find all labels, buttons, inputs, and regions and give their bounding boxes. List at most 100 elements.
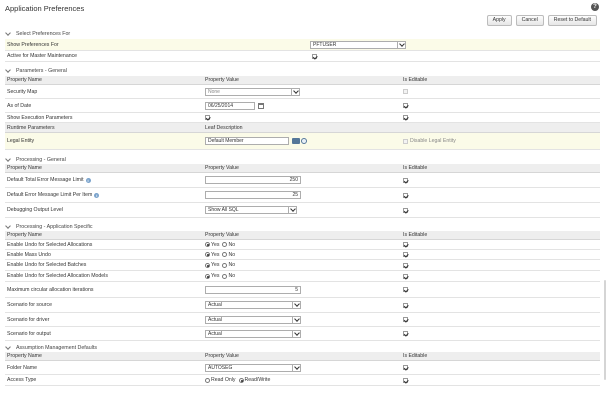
col-property-value: Property Value <box>205 353 239 359</box>
master-maintenance-checkbox[interactable] <box>312 53 317 59</box>
property-name: Default Error Message Limit Per Item <box>7 192 93 198</box>
table-row: Folder Name AUTOSEG <box>5 361 600 375</box>
editable-checkbox[interactable] <box>403 287 408 292</box>
no-radio[interactable] <box>222 242 228 247</box>
yes-radio[interactable] <box>205 262 210 268</box>
editable-checkbox[interactable] <box>403 242 408 247</box>
property-name: Folder Name <box>7 364 37 371</box>
chevron-down-icon[interactable] <box>292 364 300 371</box>
property-name: Active for Master Maintenance <box>7 53 78 59</box>
info-icon[interactable]: i <box>94 192 100 198</box>
vertical-scrollbar[interactable] <box>604 280 606 380</box>
hierarchy-browser-icon[interactable] <box>292 138 300 144</box>
editable-checkbox[interactable] <box>403 192 408 198</box>
section-assumption-management[interactable]: Assumption Management Defaults <box>5 344 97 351</box>
reset-to-default-button[interactable]: Reset to Default <box>547 15 597 26</box>
scenario-driver-select[interactable]: Actual <box>205 315 301 324</box>
property-name: Legal Entity <box>7 138 35 144</box>
search-icon[interactable] <box>301 138 307 144</box>
row-master-maintenance: Active for Master Maintenance <box>5 51 600 62</box>
as-of-date-input[interactable]: 06/25/2014 <box>205 101 255 110</box>
calendar-icon[interactable] <box>258 102 264 109</box>
total-error-limit-input[interactable]: 250 <box>205 176 301 184</box>
table-row: Maximum circular allocation iterations 5 <box>5 282 600 298</box>
col-property-value: Property Value <box>205 232 239 238</box>
read-write-radio[interactable] <box>238 377 244 383</box>
cancel-button[interactable]: Cancel <box>515 15 544 26</box>
editable-checkbox[interactable] <box>403 115 408 120</box>
page-title: Application Preferences <box>5 4 85 13</box>
editable-checkbox[interactable] <box>403 302 408 308</box>
folder-name-select[interactable]: AUTOSEG <box>205 363 301 372</box>
section-parameters-general[interactable]: Parameters - General <box>5 67 67 74</box>
property-name: Enable Undo for Selected Allocations <box>7 241 93 248</box>
no-radio[interactable] <box>222 262 228 268</box>
table-row: Scenario for output Actual <box>5 327 600 341</box>
no-radio[interactable] <box>222 273 228 279</box>
max-iterations-input[interactable]: 5 <box>205 285 301 294</box>
section-title: Assumption Management Defaults <box>16 344 97 351</box>
table-row: Scenario for driver Actual <box>5 313 600 327</box>
show-preferences-select[interactable]: PFTUSER <box>310 40 406 49</box>
chevron-down-icon[interactable] <box>397 41 405 48</box>
yes-radio[interactable] <box>205 242 210 247</box>
apply-button[interactable]: Apply <box>486 15 512 26</box>
error-limit-per-item-input[interactable]: 25 <box>205 191 301 199</box>
yes-radio[interactable] <box>205 273 210 279</box>
scenario-source-select[interactable]: Actual <box>205 301 301 309</box>
chevron-down-icon[interactable] <box>5 157 11 162</box>
chevron-down-icon[interactable] <box>5 224 11 229</box>
chevron-down-icon[interactable] <box>5 31 11 36</box>
property-name: Access Type <box>7 377 37 383</box>
section-select-preferences[interactable]: Select Preferences For <box>5 30 70 37</box>
debug-level-select[interactable]: Show All SQL <box>205 206 297 214</box>
chevron-down-icon[interactable] <box>5 345 11 350</box>
col-property-value: Property Value <box>205 165 239 171</box>
chevron-down-icon[interactable] <box>292 302 300 308</box>
table-row: Security Map None <box>5 85 600 99</box>
editable-checkbox[interactable] <box>403 377 408 383</box>
table-row: Show Execution Parameters <box>5 113 600 123</box>
table-row: As of Date 06/25/2014 <box>5 99 600 113</box>
read-only-radio[interactable] <box>205 377 210 383</box>
editable-checkbox[interactable] <box>403 252 408 257</box>
property-name: Enable Undo for Selected Batches <box>7 262 87 268</box>
chevron-down-icon[interactable] <box>292 330 300 337</box>
property-name: Default Total Error Message Limit <box>7 177 84 183</box>
table-row: Access Type Read Only Read/Write <box>5 375 600 386</box>
editable-checkbox[interactable] <box>403 177 408 183</box>
editable-checkbox[interactable] <box>403 317 408 322</box>
no-radio[interactable] <box>222 252 228 257</box>
col-property-name: Property Name <box>7 353 42 359</box>
chevron-down-icon[interactable] <box>5 68 11 73</box>
info-icon[interactable]: i <box>85 177 91 183</box>
col-leaf-description: Leaf Description <box>205 124 243 131</box>
chevron-down-icon[interactable] <box>292 316 300 323</box>
security-map-select[interactable]: None <box>205 87 300 96</box>
col-property-name: Property Name <box>7 77 42 83</box>
section-title: Parameters - General <box>16 67 67 74</box>
col-runtime-parameters: Runtime Parameters <box>7 124 55 131</box>
editable-checkbox[interactable] <box>403 103 408 108</box>
section-processing-general[interactable]: Processing - General <box>5 156 66 163</box>
col-is-editable: Is Editable <box>403 77 428 83</box>
help-icon[interactable]: ? <box>591 3 599 11</box>
chevron-down-icon[interactable] <box>291 88 299 95</box>
yes-radio[interactable] <box>205 252 210 257</box>
legal-entity-input[interactable]: Default Member <box>205 137 289 145</box>
editable-checkbox[interactable] <box>403 331 408 336</box>
scenario-output-select[interactable]: Actual <box>205 329 301 338</box>
editable-checkbox[interactable] <box>403 89 408 94</box>
show-execution-checkbox[interactable] <box>205 115 210 120</box>
table-row: Enable Undo for Selected Allocation Mode… <box>5 271 600 282</box>
chevron-down-icon[interactable] <box>288 207 296 213</box>
editable-checkbox[interactable] <box>403 262 408 268</box>
property-name: As of Date <box>7 102 32 109</box>
editable-checkbox[interactable] <box>403 273 408 279</box>
disable-legal-entity-checkbox[interactable] <box>403 138 408 144</box>
section-processing-application-specific[interactable]: Processing - Application Specific <box>5 223 93 230</box>
editable-checkbox[interactable] <box>403 365 408 370</box>
editable-checkbox[interactable] <box>403 207 408 213</box>
property-name: Scenario for output <box>7 330 51 337</box>
table-row: Debugging Output Level Show All SQL <box>5 203 600 218</box>
